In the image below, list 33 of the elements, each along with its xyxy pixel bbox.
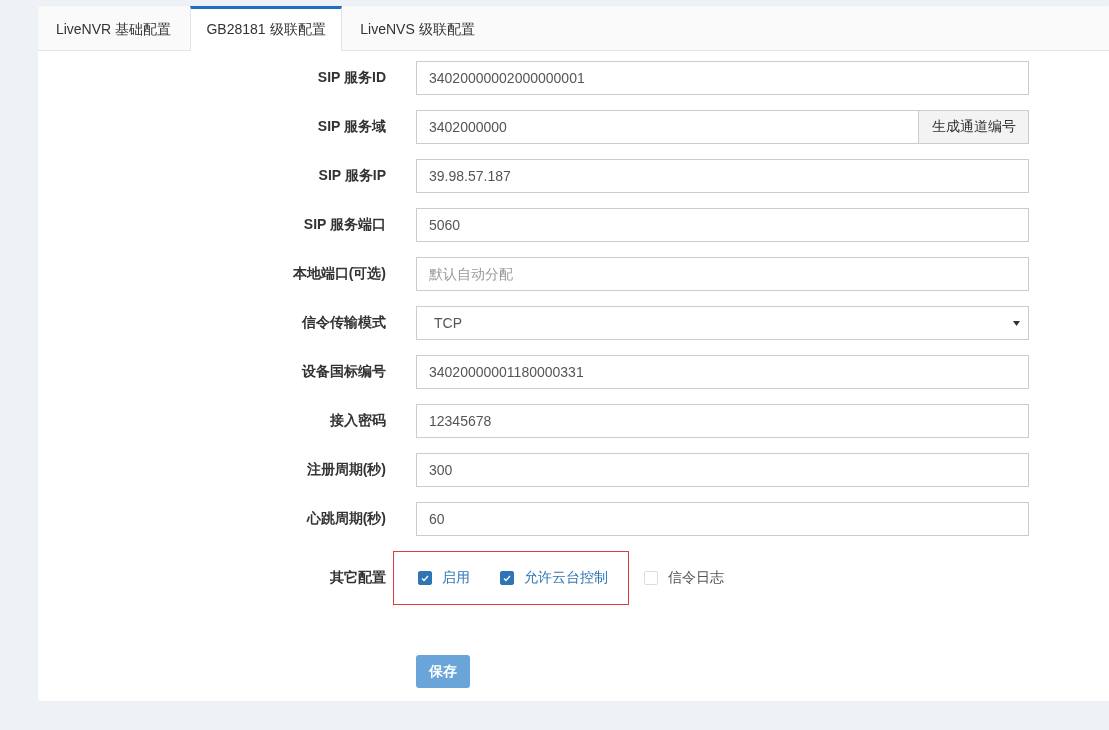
input-field[interactable]: 34020000001180000331 xyxy=(416,355,1029,389)
caret-icon xyxy=(1013,320,1020,326)
check-icon xyxy=(421,574,429,582)
checkbox-label[interactable]: 启用 xyxy=(442,569,470,587)
checkbox-label[interactable]: 允许云台控制 xyxy=(524,569,608,587)
field-label: 其它配置 xyxy=(329,569,386,587)
field-label: 信令传输模式 xyxy=(301,314,386,332)
input-field[interactable]: 12345678 xyxy=(416,404,1029,438)
tab[interactable]: GB28181 级联配置 xyxy=(190,6,342,51)
input-field[interactable]: 60 xyxy=(416,502,1029,536)
field-label: SIP 服务ID xyxy=(316,69,386,87)
input-field[interactable]: 5060 xyxy=(416,208,1029,242)
field-label: SIP 服务IP xyxy=(317,167,386,185)
input-field[interactable]: 默认自动分配 xyxy=(416,257,1029,291)
field-label: 注册周期(秒) xyxy=(305,461,386,479)
checkbox[interactable] xyxy=(500,571,514,585)
field-label: 设备国标编号 xyxy=(300,363,386,381)
tab[interactable]: LiveNVS 级联配置 xyxy=(342,6,494,50)
field-label: 接入密码 xyxy=(329,412,386,430)
select-field[interactable]: TCP xyxy=(416,306,1029,340)
field-label: SIP 服务端口 xyxy=(302,216,386,234)
input-field[interactable]: 300 xyxy=(416,453,1029,487)
field-label: SIP 服务域 xyxy=(316,118,386,136)
input-field[interactable]: 39.98.57.187 xyxy=(416,159,1029,193)
check-icon xyxy=(503,574,511,582)
tab[interactable]: LiveNVR 基础配置 xyxy=(38,6,190,50)
generate-button[interactable]: 生成通道编号 xyxy=(919,110,1029,144)
field-label: 心跳周期(秒) xyxy=(305,510,386,528)
input-field[interactable]: 3402000000 xyxy=(416,110,919,144)
input-field[interactable]: 34020000002000000001 xyxy=(416,61,1029,95)
field-label: 本地端口(可选) xyxy=(291,265,386,283)
checkbox-label[interactable]: 信令日志 xyxy=(668,569,724,587)
checkbox[interactable] xyxy=(418,571,432,585)
